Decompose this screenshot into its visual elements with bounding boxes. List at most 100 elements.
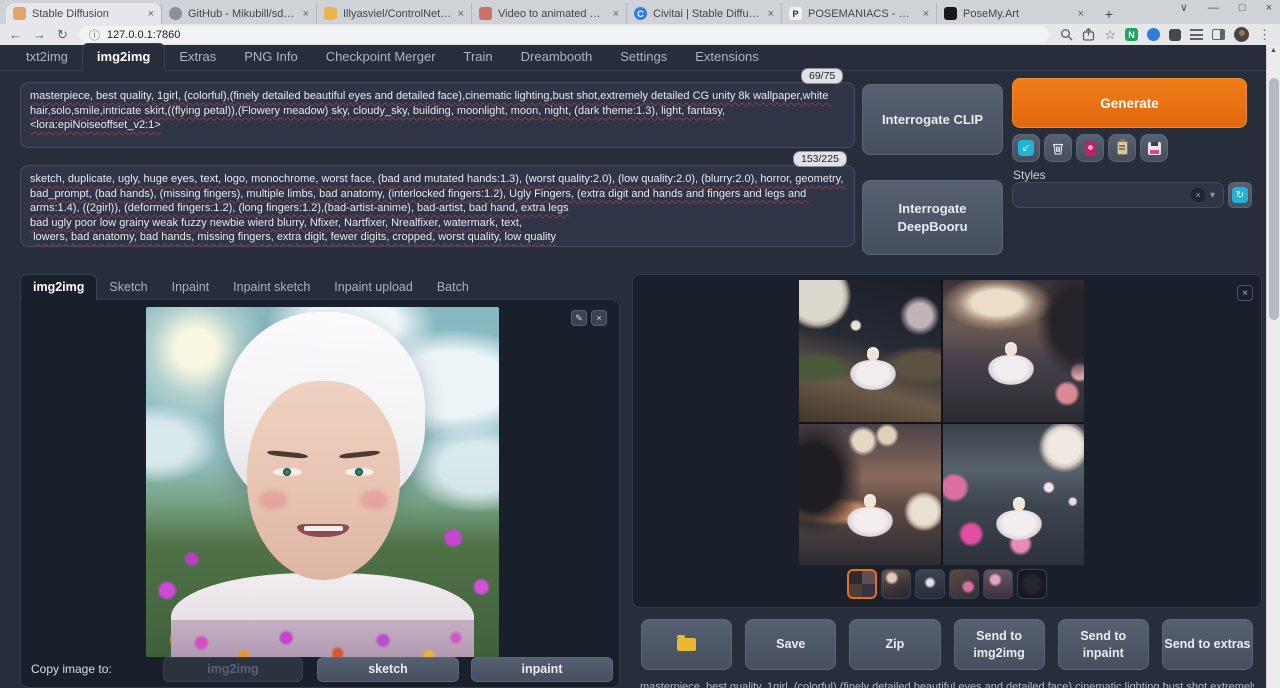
- gallery-thumbnail[interactable]: [915, 569, 945, 599]
- tab-dreambooth[interactable]: Dreambooth: [507, 44, 607, 70]
- github-favicon: [169, 7, 182, 20]
- gallery-close-icon[interactable]: ×: [1237, 285, 1253, 301]
- clipboard-icon: [1117, 141, 1128, 155]
- page-scrollbar[interactable]: ▲: [1266, 45, 1280, 688]
- gallery-thumbnail[interactable]: [983, 569, 1013, 599]
- clear-prompt-button[interactable]: [1044, 134, 1072, 162]
- source-image[interactable]: [146, 307, 499, 657]
- tab-close-icon[interactable]: ×: [458, 8, 464, 20]
- prompt-textarea[interactable]: masterpiece, best quality, 1girl, (color…: [20, 82, 855, 148]
- tab-close-icon[interactable]: ×: [1078, 8, 1084, 20]
- tab-inpaint-sketch[interactable]: Inpaint sketch: [221, 275, 322, 300]
- copy-to-inpaint-button[interactable]: inpaint: [471, 657, 613, 682]
- browser-tab-civitai[interactable]: C Civitai | Stable Diffusion model ×: [626, 3, 781, 24]
- tab-search-icon[interactable]: ∨: [1180, 1, 1188, 14]
- site-info-icon[interactable]: ⓘ: [89, 27, 100, 43]
- scrollbar-thumb[interactable]: [1269, 78, 1279, 320]
- gallery-thumbnail[interactable]: [847, 569, 877, 599]
- browser-tab-posemyart[interactable]: PoseMy.Art ×: [936, 3, 1091, 24]
- tab-close-icon[interactable]: ×: [148, 8, 154, 20]
- browser-tab-stable-diffusion[interactable]: Stable Diffusion ×: [6, 3, 161, 24]
- apply-styles-button[interactable]: [1108, 134, 1136, 162]
- styles-dropdown[interactable]: × ▾: [1012, 182, 1224, 208]
- send-to-extras-button[interactable]: Send to extras: [1162, 619, 1253, 670]
- tab-settings[interactable]: Settings: [606, 44, 681, 70]
- minimize-button[interactable]: —: [1208, 2, 1219, 14]
- maximize-button[interactable]: □: [1239, 2, 1246, 14]
- tab-train[interactable]: Train: [450, 44, 507, 70]
- tab-batch[interactable]: Batch: [425, 275, 481, 300]
- tab-close-icon[interactable]: ×: [613, 8, 619, 20]
- share-icon[interactable]: [1082, 28, 1095, 41]
- reload-icon[interactable]: ↻: [57, 28, 68, 41]
- posemyart-favicon: [944, 7, 957, 20]
- prompt-token-counter: 69/75: [801, 68, 843, 84]
- profile-avatar[interactable]: [1234, 27, 1249, 42]
- tab-close-icon[interactable]: ×: [303, 8, 309, 20]
- browser-tab-gif-converter[interactable]: Video to animated GIF converter ×: [471, 3, 626, 24]
- zoom-icon[interactable]: [1060, 28, 1073, 41]
- extension-n-icon[interactable]: N: [1125, 28, 1138, 41]
- refresh-icon: ↻: [1232, 187, 1248, 203]
- interrogate-deepbooru-button[interactable]: Interrogate DeepBooru: [862, 180, 1003, 255]
- gallery-thumbnail[interactable]: [1017, 569, 1047, 599]
- generation-info-text: masterpiece, best quality, 1girl, (color…: [640, 681, 1254, 688]
- remove-image-icon[interactable]: ×: [591, 310, 607, 326]
- open-folder-button[interactable]: [641, 619, 732, 670]
- tab-title: PoseMy.Art: [963, 8, 1072, 20]
- gallery-selected-image[interactable]: [799, 280, 1084, 565]
- portrait-torso: [171, 573, 475, 657]
- edit-image-icon[interactable]: ✎: [571, 310, 587, 326]
- paste-generation-params-button[interactable]: ↙: [1012, 134, 1040, 162]
- copy-to-img2img-button[interactable]: img2img: [163, 657, 303, 682]
- gallery-thumbnail[interactable]: [881, 569, 911, 599]
- reading-list-icon[interactable]: [1190, 29, 1203, 40]
- extension-blue-icon[interactable]: [1147, 28, 1160, 41]
- negative-prompt-textarea[interactable]: sketch, duplicate, ugly, huge eyes, text…: [20, 165, 855, 247]
- chevron-down-icon[interactable]: ▾: [1210, 190, 1215, 201]
- extra-networks-button[interactable]: [1076, 134, 1104, 162]
- bookmark-star-icon[interactable]: ☆: [1104, 28, 1116, 41]
- tab-img2img-mode[interactable]: img2img: [20, 274, 97, 301]
- generate-button[interactable]: Generate: [1012, 78, 1247, 128]
- browser-tab-controlnet[interactable]: Illyasviel/ControlNet at main ×: [316, 3, 471, 24]
- copy-to-sketch-button[interactable]: sketch: [317, 657, 459, 682]
- browser-menu-icon[interactable]: ⋮: [1258, 28, 1271, 41]
- browser-tab-github[interactable]: GitHub - Mikubill/sd-webui-con ×: [161, 3, 316, 24]
- close-button[interactable]: ×: [1266, 2, 1272, 14]
- tab-img2img[interactable]: img2img: [82, 43, 165, 71]
- forward-icon[interactable]: →: [33, 28, 46, 41]
- tab-inpaint-upload[interactable]: Inpaint upload: [322, 275, 425, 300]
- side-panel-icon[interactable]: [1212, 29, 1225, 40]
- send-to-inpaint-button[interactable]: Send to inpaint: [1058, 619, 1149, 670]
- zip-button[interactable]: Zip: [849, 619, 940, 670]
- tab-close-icon[interactable]: ×: [923, 8, 929, 20]
- tab-png-info[interactable]: PNG Info: [230, 44, 311, 70]
- refresh-styles-button[interactable]: ↻: [1228, 182, 1252, 208]
- tab-inpaint[interactable]: Inpaint: [160, 275, 222, 300]
- extensions-puzzle-icon[interactable]: [1169, 29, 1181, 41]
- copy-image-row: Copy image to: img2img sketch inpaint: [21, 662, 619, 676]
- tab-title: POSEMANIACS - Royalty free 3: [808, 8, 917, 20]
- scroll-up-arrow[interactable]: ▲: [1270, 47, 1277, 54]
- address-bar[interactable]: ⓘ 127.0.0.1:7860: [79, 26, 1049, 43]
- tab-txt2img[interactable]: txt2img: [12, 44, 82, 70]
- back-icon[interactable]: ←: [9, 28, 22, 41]
- gallery-thumbnail[interactable]: [949, 569, 979, 599]
- generated-image-2: [943, 280, 1085, 422]
- tab-sketch[interactable]: Sketch: [97, 275, 159, 300]
- portrait-floral-collar: [171, 620, 475, 657]
- interrogate-clip-button[interactable]: Interrogate CLIP: [862, 84, 1003, 155]
- save-style-button[interactable]: [1140, 134, 1168, 162]
- tab-extras[interactable]: Extras: [165, 44, 230, 70]
- new-tab-button[interactable]: +: [1099, 4, 1119, 24]
- tab-checkpoint-merger[interactable]: Checkpoint Merger: [312, 44, 450, 70]
- send-to-img2img-button[interactable]: Send to img2img: [954, 619, 1045, 670]
- browser-tab-posemaniacs[interactable]: P POSEMANIACS - Royalty free 3 ×: [781, 3, 936, 24]
- portrait-blush: [259, 490, 287, 510]
- browser-tab-strip: Stable Diffusion × GitHub - Mikubill/sd-…: [0, 0, 1280, 24]
- save-button[interactable]: Save: [745, 619, 836, 670]
- styles-clear-icon[interactable]: ×: [1191, 188, 1205, 202]
- tab-close-icon[interactable]: ×: [768, 8, 774, 20]
- tab-extensions[interactable]: Extensions: [681, 44, 773, 70]
